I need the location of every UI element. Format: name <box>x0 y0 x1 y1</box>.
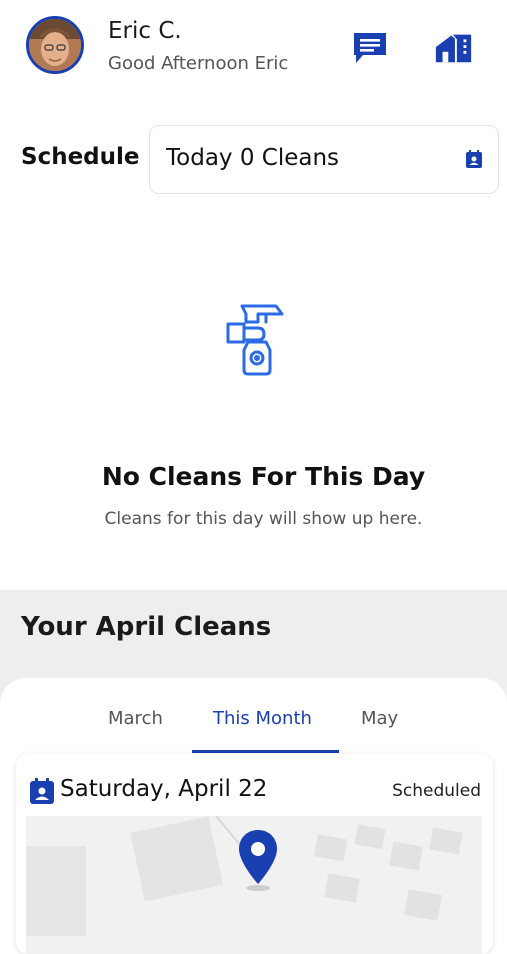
tab-march[interactable]: March <box>108 708 163 729</box>
user-name: Eric C. <box>108 18 182 44</box>
location-map[interactable] <box>26 815 482 954</box>
calendar-icon <box>466 150 482 172</box>
tab-this-month[interactable]: This Month <box>213 708 312 729</box>
greeting-text: Good Afternoon Eric <box>108 53 289 74</box>
empty-state-subtitle: Cleans for this day will show up here. <box>104 509 423 529</box>
schedule-day-select[interactable]: Today 0 Cleans <box>149 125 499 194</box>
avatar[interactable] <box>26 16 84 74</box>
clean-card[interactable]: Saturday, April 22 Scheduled <box>16 754 493 954</box>
properties-icon[interactable] <box>434 28 474 68</box>
schedule-label: Schedule <box>21 144 140 170</box>
clean-status: Scheduled <box>392 781 481 801</box>
clean-date: Saturday, April 22 <box>60 776 268 802</box>
active-tab-indicator <box>192 750 339 753</box>
calendar-icon <box>30 778 54 808</box>
spray-bottle-icon <box>222 298 286 382</box>
chat-icon[interactable] <box>350 28 390 68</box>
empty-state-title: No Cleans For This Day <box>101 462 426 491</box>
schedule-selected-value: Today 0 Cleans <box>166 145 340 171</box>
month-cleans-section: Your April Cleans March This Month May S… <box>0 590 507 954</box>
month-cleans-panel: March This Month May Saturday, April 22 … <box>0 678 507 954</box>
month-cleans-title: Your April Cleans <box>21 612 272 642</box>
tab-may[interactable]: May <box>361 708 398 729</box>
